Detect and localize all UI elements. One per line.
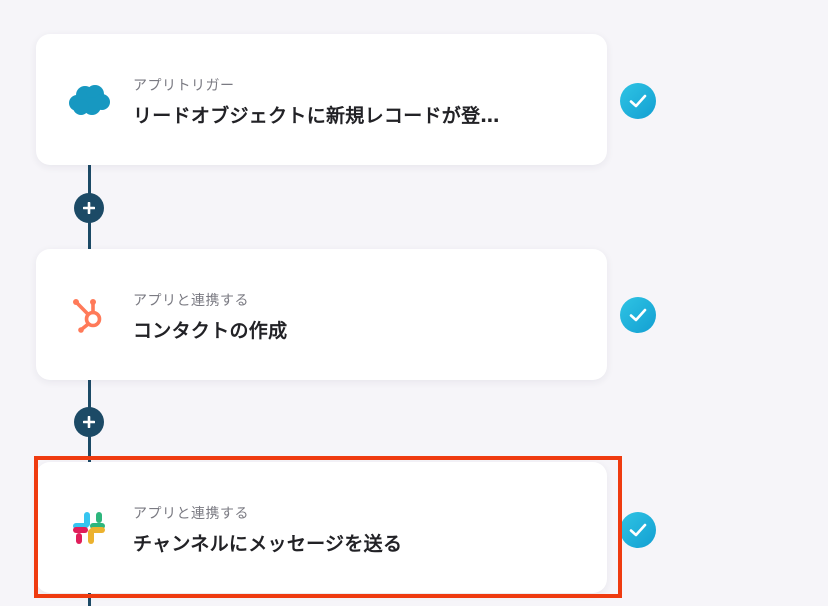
plus-icon: [83, 416, 95, 428]
workflow-canvas: アプリトリガー リードオブジェクトに新規レコードが登… アプリと連携する コンタ…: [0, 0, 828, 606]
salesforce-cloud-icon: [66, 80, 112, 120]
step-title: リードオブジェクトに新規レコードが登…: [133, 105, 500, 127]
check-icon: [620, 83, 656, 119]
step-title: コンタクトの作成: [133, 320, 288, 342]
slack-icon: [66, 508, 112, 548]
step-card-slack[interactable]: アプリと連携する チャンネルにメッセージを送る: [36, 462, 607, 593]
add-step-button[interactable]: [74, 193, 104, 223]
step-card-hubspot[interactable]: アプリと連携する コンタクトの作成: [36, 249, 607, 380]
step-subtitle: アプリトリガー: [133, 78, 235, 94]
step-card-salesforce-trigger[interactable]: アプリトリガー リードオブジェクトに新規レコードが登…: [36, 34, 607, 165]
check-icon: [620, 512, 656, 548]
check-icon: [620, 297, 656, 333]
step-subtitle: アプリと連携する: [133, 293, 249, 309]
step-subtitle: アプリと連携する: [133, 506, 249, 522]
add-step-button[interactable]: [74, 407, 104, 437]
hubspot-icon: [66, 295, 112, 335]
plus-icon: [83, 202, 95, 214]
step-title: チャンネルにメッセージを送る: [133, 533, 403, 555]
